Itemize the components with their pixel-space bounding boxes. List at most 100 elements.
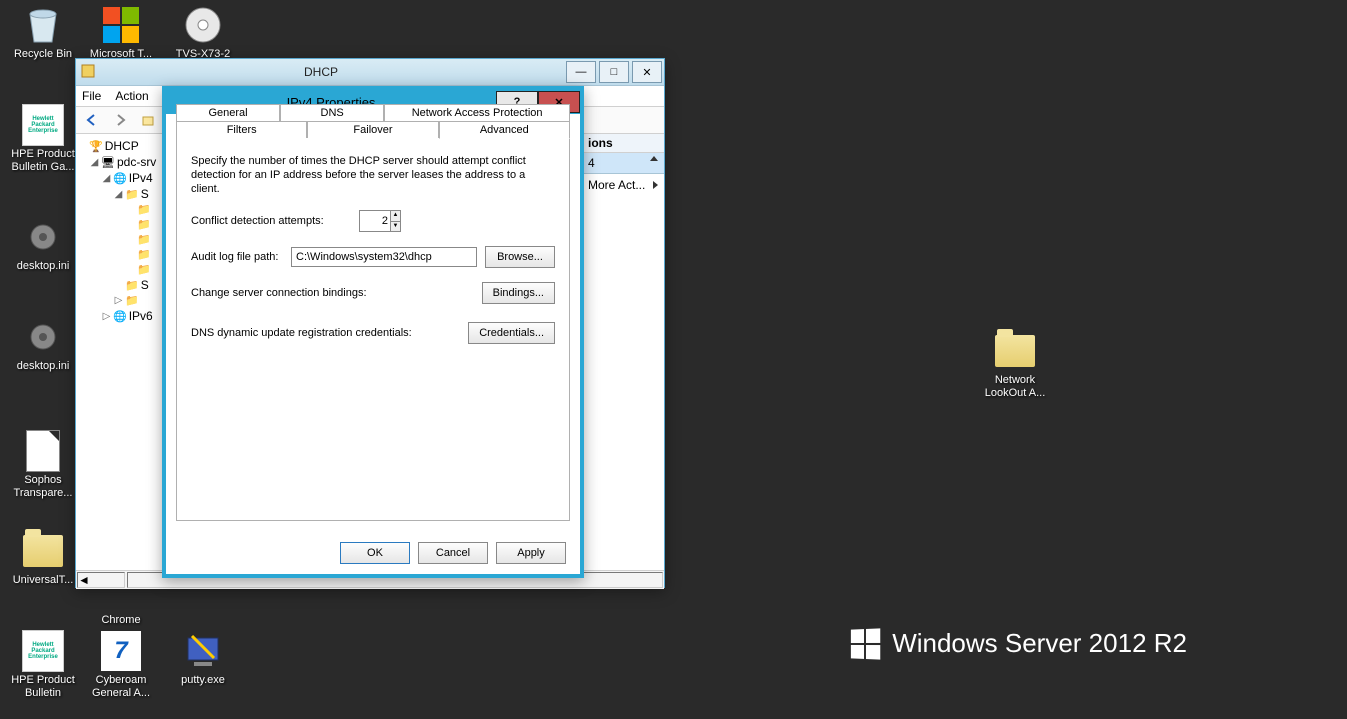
expand-icon[interactable]: ◢	[102, 173, 111, 184]
advanced-description: Specify the number of times the DHCP ser…	[191, 154, 555, 196]
desktop-icon[interactable]: desktop.ini	[6, 216, 80, 273]
tree-node[interactable]: 📁S	[76, 277, 166, 293]
desktop-icon[interactable]: Network LookOut A...	[978, 330, 1052, 400]
tree-node[interactable]: ◢📁S	[76, 186, 166, 202]
tree-label: IPv4	[129, 171, 153, 185]
bindings-label: Change server connection bindings:	[191, 287, 474, 299]
putty-icon	[182, 630, 224, 672]
desktop-icon-label: putty.exe	[166, 674, 240, 687]
ok-button[interactable]: OK	[340, 542, 410, 564]
tab-failover[interactable]: Failover	[307, 121, 438, 138]
tree-icon: 🌐	[113, 172, 127, 185]
tree-label: IPv6	[129, 309, 153, 323]
menu-action[interactable]: Action	[115, 89, 148, 103]
tree-label: DHCP	[105, 139, 139, 153]
tab-filters[interactable]: Filters	[176, 121, 307, 138]
menu-file[interactable]: File	[82, 89, 101, 103]
scroll-left[interactable]: ◄	[77, 572, 125, 588]
tab-nap[interactable]: Network Access Protection	[384, 104, 570, 121]
maximize-button[interactable]: □	[599, 61, 629, 83]
hpe-icon: Hewlett PackardEnterprise	[22, 104, 64, 146]
tree-icon: 🌐	[113, 310, 127, 323]
tree-label: S	[141, 278, 149, 292]
mslogo-icon	[100, 4, 142, 46]
desktop-icon[interactable]: Sophos Transpare...	[6, 430, 80, 500]
actions-pane: ions 4 More Act...	[581, 134, 664, 570]
desktop-icon[interactable]: Hewlett PackardEnterpriseHPE Product Bul…	[6, 630, 80, 700]
cybero-icon: 7	[100, 630, 142, 672]
dialog-tabset: General DNS Network Access Protection Fi…	[176, 124, 570, 521]
desktop-icon[interactable]: putty.exe	[166, 630, 240, 687]
tree-icon: 📁	[137, 248, 151, 261]
back-button[interactable]	[80, 108, 104, 132]
tree-icon: 📁	[137, 218, 151, 231]
tree-node[interactable]: 📁	[76, 217, 166, 232]
tree-icon: 🏆	[89, 140, 103, 153]
dhcp-title: DHCP	[76, 65, 566, 79]
desktop-icon-label: Sophos Transpare...	[6, 474, 80, 500]
submenu-icon	[653, 181, 658, 189]
ipv4-properties-dialog: IPv4 Properties ? ✕ General DNS Network …	[162, 86, 584, 578]
tree-node[interactable]: 📁	[76, 202, 166, 217]
desktop-icon-label: Recycle Bin	[6, 48, 80, 61]
desktop-icon[interactable]: UniversalT...	[6, 530, 80, 587]
bindings-button[interactable]: Bindings...	[482, 282, 555, 304]
recycle-icon	[22, 4, 64, 46]
desktop-icon-label: HPE Product Bulletin Ga...	[6, 148, 80, 174]
tree-node[interactable]: 🏆DHCP	[76, 138, 166, 154]
tree-node[interactable]: 📁	[76, 247, 166, 262]
windows-logo-icon	[851, 628, 880, 659]
expand-icon[interactable]: ▷	[102, 311, 111, 322]
tree-node[interactable]: ▷📁	[76, 293, 166, 308]
actions-more[interactable]: More Act...	[582, 174, 664, 196]
expand-icon[interactable]: ◢	[114, 189, 123, 200]
cancel-button[interactable]: Cancel	[418, 542, 488, 564]
dhcp-tree[interactable]: 🏆DHCP◢🖥pdc-srv◢🌐IPv4◢📁S📁📁📁📁📁📁S▷📁▷🌐IPv6	[76, 134, 167, 570]
desktop-icon[interactable]: desktop.ini	[6, 316, 80, 373]
tab-general[interactable]: General	[176, 104, 280, 121]
collapse-icon	[650, 156, 658, 161]
browse-button[interactable]: Browse...	[485, 246, 555, 268]
spin-down-icon[interactable]: ▼	[390, 222, 400, 232]
tree-icon: 📁	[125, 279, 139, 292]
desktop-icon[interactable]: Microsoft T...	[84, 4, 158, 61]
minimize-button[interactable]: —	[566, 61, 596, 83]
up-button[interactable]	[136, 108, 160, 132]
conflict-label: Conflict detection attempts:	[191, 215, 351, 227]
credentials-button[interactable]: Credentials...	[468, 322, 555, 344]
tab-advanced[interactable]: Advanced	[439, 121, 570, 139]
desktop-icon-label: Chrome	[84, 614, 158, 627]
credentials-label: DNS dynamic update registration credenti…	[191, 327, 460, 339]
gear-icon	[22, 316, 64, 358]
tree-node[interactable]: 📁	[76, 262, 166, 277]
desktop: Recycle Bin Microsoft T...TVS-X73-2 Hewlet…	[0, 0, 1347, 719]
dhcp-titlebar[interactable]: DHCP — □ ✕	[76, 59, 664, 86]
actions-selected[interactable]: 4	[582, 153, 664, 174]
desktop-icon[interactable]: Recycle Bin	[6, 4, 80, 61]
forward-button[interactable]	[108, 108, 132, 132]
desktop-icon[interactable]: 7Cyberoam General A...	[84, 630, 158, 700]
tree-node[interactable]: ◢🖥pdc-srv	[76, 154, 166, 170]
expand-icon[interactable]: ▷	[114, 295, 123, 306]
desktop-icon[interactable]: TVS-X73-2	[166, 4, 240, 61]
conflict-attempts-input[interactable]	[360, 211, 390, 231]
folder-icon	[22, 530, 64, 572]
folder-icon	[994, 330, 1036, 372]
audit-path-input[interactable]	[291, 247, 477, 267]
dhcp-app-icon	[80, 63, 96, 79]
apply-button[interactable]: Apply	[496, 542, 566, 564]
tree-node[interactable]: ◢🌐IPv4	[76, 170, 166, 186]
tree-icon: 📁	[137, 263, 151, 276]
conflict-attempts-spinner[interactable]: ▲▼	[359, 210, 401, 232]
spin-up-icon[interactable]: ▲	[390, 211, 400, 222]
expand-icon[interactable]: ◢	[90, 157, 99, 168]
tree-node[interactable]: ▷🌐IPv6	[76, 308, 166, 324]
close-button[interactable]: ✕	[632, 61, 662, 83]
tree-node[interactable]: 📁	[76, 232, 166, 247]
tab-dns[interactable]: DNS	[280, 104, 384, 121]
disc-icon	[182, 4, 224, 46]
tree-icon: 🖥	[101, 156, 115, 169]
tab-content-advanced: Specify the number of times the DHCP ser…	[177, 124, 569, 366]
desktop-icon-label: Cyberoam General A...	[84, 674, 158, 700]
desktop-icon[interactable]: Hewlett PackardEnterpriseHPE Product Bul…	[6, 104, 80, 174]
